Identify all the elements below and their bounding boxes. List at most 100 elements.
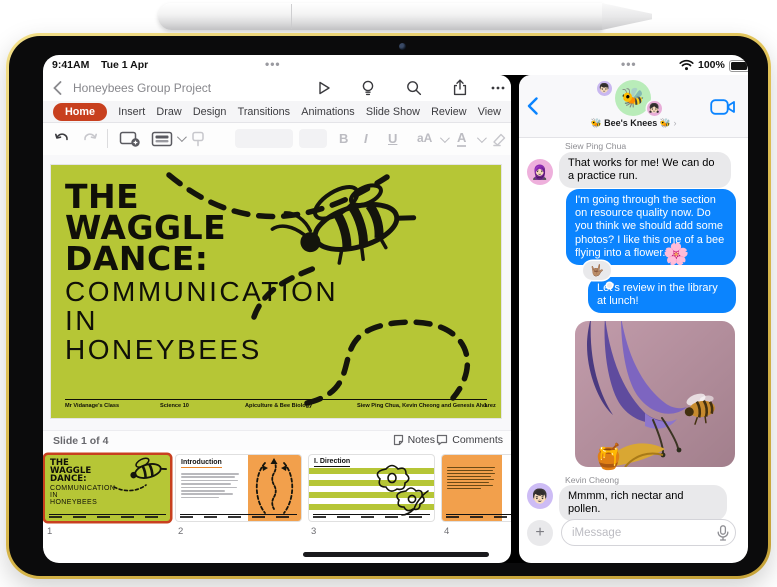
layout-chevron-icon[interactable] [176,132,187,143]
italic-button[interactable]: I [364,131,368,146]
tab-design[interactable]: Design [193,106,227,118]
ribbon-tab-bar: Home Insert Draw Design Transitions Anim… [43,101,511,123]
slide-subtitle: COMMUNICATION IN HONEYBEES [65,277,338,364]
font-size-field[interactable] [299,129,327,148]
thumb2-footer [180,514,297,518]
pin-icon[interactable] [189,130,207,148]
thumb4-footer [446,514,511,518]
thumb1-footer [49,514,166,518]
member-avatar-top-emoji: 👦🏻 [598,83,611,93]
front-camera [399,43,406,50]
left-pane-handle[interactable]: ••• [265,57,281,71]
tab-home[interactable]: Home [53,102,107,121]
notes-button[interactable]: Notes [393,434,435,446]
thumb2-title: Introduction [181,459,222,468]
thumbnail-strip: THE WAGGLE DANCE: COMMUNICATION IN HONEY… [43,450,511,548]
member-avatar-top: 👦🏻 [597,81,612,96]
tapback-reaction[interactable]: 🤟🏽 [583,261,611,280]
message-bubble-sent-1[interactable]: I'm going through the section on resourc… [566,189,736,265]
footer-course: Science 10 [160,403,189,409]
tab-slide-show[interactable]: Slide Show [366,106,420,118]
slide-count-label: Slide 1 of 4 [53,435,109,447]
font-size-chevron-icon[interactable] [439,133,450,144]
status-time: 9:41AM [52,59,90,71]
imessage-input[interactable] [561,519,736,546]
font-color-chevron-icon[interactable] [476,133,487,144]
bold-button[interactable]: B [339,131,348,146]
honey-pot-sticker[interactable]: 🍯 [593,443,624,472]
thumbnail-slide-2[interactable]: Introduction [176,455,301,521]
redo-icon[interactable] [81,130,99,148]
avatar-kevin-emoji: 👦🏻 [531,487,549,504]
thumbnail-slide-4[interactable] [442,455,511,521]
dictation-mic-icon[interactable] [717,525,729,541]
font-color-button[interactable]: A [457,131,467,147]
home-indicator[interactable] [302,552,489,557]
tapback-tail-dot [607,283,612,288]
avatar-siew-emoji: 🧕🏻 [531,163,549,180]
flower-sticker[interactable]: 🌸 [663,243,689,267]
thumb2-body-text [181,473,239,500]
group-name: 🐝 Bee's Knees 🐝 [590,118,672,128]
status-date: Tue 1 Apr [101,59,149,71]
member-avatar-bottom: 👧🏻 [647,101,662,116]
add-attachment-button[interactable]: + [527,520,553,546]
tab-insert[interactable]: Insert [118,106,145,118]
slide-subtitle-line-2: IN [65,305,98,337]
highlight-icon[interactable] [491,130,509,148]
font-size-button[interactable]: aA [417,131,432,145]
thumb3-title: I. Direction [314,458,351,467]
thumbnail-slide-1[interactable]: THE WAGGLE DANCE: COMMUNICATION IN HONEY… [45,455,170,521]
group-name-row[interactable]: 🐝 Bee's Knees 🐝 › [519,118,748,129]
apple-pencil-cap-line [291,4,292,29]
share-icon[interactable] [451,79,469,97]
message-input-row: + [519,517,748,551]
notes-label: Notes [407,434,435,446]
thumb1-sub-line2: IN [50,492,58,500]
footer-page-number: 1 [483,403,487,409]
comments-button[interactable]: Comments [436,434,503,446]
thumb4-angle-diagram [502,455,511,521]
new-slide-icon[interactable] [119,130,141,148]
slide-1-editor[interactable]: THE WAGGLE DANCE: COMMUNICATION IN HONEY… [51,165,501,418]
status-bar: 9:41AM Tue 1 Apr ••• ••• 100% [43,55,748,75]
thumb3-flower-doodles [376,464,429,516]
messages-app: 🐝 👦🏻 👧🏻 🐝 Bee's Knees 🐝 › Siew Ping Chua… [519,75,748,563]
thumb1-subtitle: COMMUNICATION IN HONEYBEES [50,485,115,506]
search-icon[interactable] [405,79,423,97]
apple-pencil-tip [602,3,652,30]
thumb2-waggle-diagram [255,458,294,514]
undo-icon[interactable] [53,130,71,148]
tab-transitions[interactable]: Transitions [238,106,290,118]
thumbnail-1-number: 1 [47,526,53,537]
message-bubble-received-1[interactable]: That works for me! We can do a practice … [559,152,731,189]
underline-button[interactable]: U [388,131,397,146]
thumbnail-2-number: 2 [178,526,184,537]
tab-view[interactable]: View [478,106,501,118]
message-bubble-received-2[interactable]: Mmmm, rich nectar and pollen. [559,485,727,522]
play-icon[interactable] [315,79,333,97]
thumb1-sub-line3: HONEYBEES [50,499,98,507]
messages-back-icon[interactable] [527,97,538,115]
more-icon[interactable] [489,79,507,97]
layout-icon[interactable] [151,130,173,148]
right-pane-handle[interactable]: ••• [621,57,637,71]
powerpoint-app: Honeybees Group Project Home Insert Draw… [43,75,511,563]
ipad-device: 9:41AM Tue 1 Apr ••• ••• 100% Honeybees … [6,33,771,579]
slide-title: THE WAGGLE DANCE: [65,180,226,275]
apple-pencil [158,3,652,30]
tab-animations[interactable]: Animations [301,106,354,118]
facetime-video-icon[interactable] [710,99,736,115]
font-name-field[interactable] [235,129,293,148]
back-icon[interactable] [53,81,62,95]
footer-class: Mr Vidanage's Class [65,403,120,409]
thumb4-text-panel [442,455,502,521]
battery-percent: 100% [698,59,725,71]
thumbnail-slide-3[interactable]: I. Direction [309,455,434,521]
tab-review[interactable]: Review [431,106,466,118]
apple-pencil-body [158,3,602,30]
group-avatar[interactable]: 🐝 [615,80,651,116]
lightbulb-icon[interactable] [359,79,377,97]
tab-draw[interactable]: Draw [156,106,181,118]
thumb3-footer [313,514,430,518]
